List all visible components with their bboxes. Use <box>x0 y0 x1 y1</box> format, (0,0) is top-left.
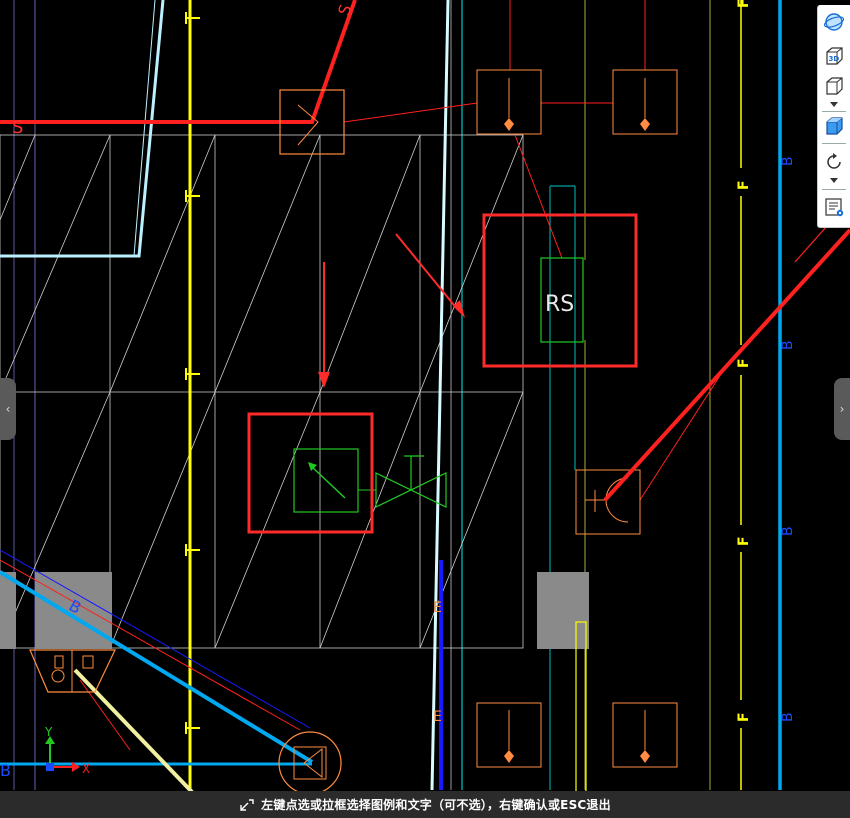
view-toolbar: 3D <box>817 5 850 228</box>
red-diagonal-duct <box>603 228 850 502</box>
label-b: B <box>780 340 796 350</box>
right-panel-toggle[interactable]: › <box>834 378 850 440</box>
label-f: F <box>736 180 752 190</box>
label-f: F <box>736 712 752 722</box>
rs-highlight-box[interactable] <box>482 213 638 368</box>
svg-text:X: X <box>82 762 90 776</box>
label-s: S <box>12 117 23 138</box>
cad-viewport[interactable]: F F F F F B B B B S S E E RS B B Y X ‹ ›… <box>0 0 850 818</box>
equipment-symbol <box>82 655 94 669</box>
chevron-right-icon: › <box>839 402 845 416</box>
label-b: B <box>780 712 796 722</box>
arrow-head <box>453 300 465 318</box>
svg-text:Y: Y <box>44 725 53 739</box>
cube-wireframe-icon[interactable] <box>821 73 847 99</box>
arrow-annotation <box>395 233 459 311</box>
rs-label: RS <box>545 292 574 317</box>
damper-highlight-box[interactable] <box>247 412 374 534</box>
label-b: B <box>0 761 11 780</box>
label-e: E <box>433 600 442 616</box>
damper-blade <box>309 464 346 499</box>
cube-shaded-icon[interactable] <box>821 113 847 139</box>
light-yellow-pipe <box>73 668 194 794</box>
equipment-symbol <box>54 655 64 669</box>
label-b: B <box>780 526 796 536</box>
label-f: F <box>736 358 752 368</box>
column-block <box>537 572 589 649</box>
light-cyan-duct <box>0 0 165 258</box>
svg-text:3D: 3D <box>829 55 840 63</box>
status-message: 左键点选或拉框选择图例和文字（可不选），右键确认或ESC退出 <box>261 798 611 812</box>
equipment-symbol <box>51 669 65 683</box>
properties-list-icon[interactable] <box>821 194 847 220</box>
view-3d-icon[interactable]: 3D <box>821 43 847 69</box>
red-s-pipe <box>0 0 357 124</box>
label-f: F <box>736 536 752 546</box>
ucs-axis-icon: Y X <box>44 725 90 776</box>
left-panel-toggle[interactable]: ‹ <box>0 378 16 440</box>
chevron-left-icon: ‹ <box>5 402 11 416</box>
rotate-icon[interactable] <box>821 149 847 175</box>
select-cursor-icon <box>239 798 255 812</box>
label-f: F <box>736 0 752 8</box>
column-block <box>0 572 16 649</box>
orbit-icon[interactable] <box>821 9 847 35</box>
chevron-down-icon[interactable] <box>829 177 839 185</box>
drawing-canvas[interactable]: F F F F F B B B B S S E E RS B B Y X <box>0 0 850 818</box>
gate-valve[interactable] <box>375 455 447 508</box>
label-b: B <box>780 156 796 166</box>
status-bar: 左键点选或拉框选择图例和文字（可不选），右键确认或ESC退出 <box>0 791 850 818</box>
chevron-down-icon[interactable] <box>829 101 839 109</box>
label-e: E <box>433 709 442 725</box>
